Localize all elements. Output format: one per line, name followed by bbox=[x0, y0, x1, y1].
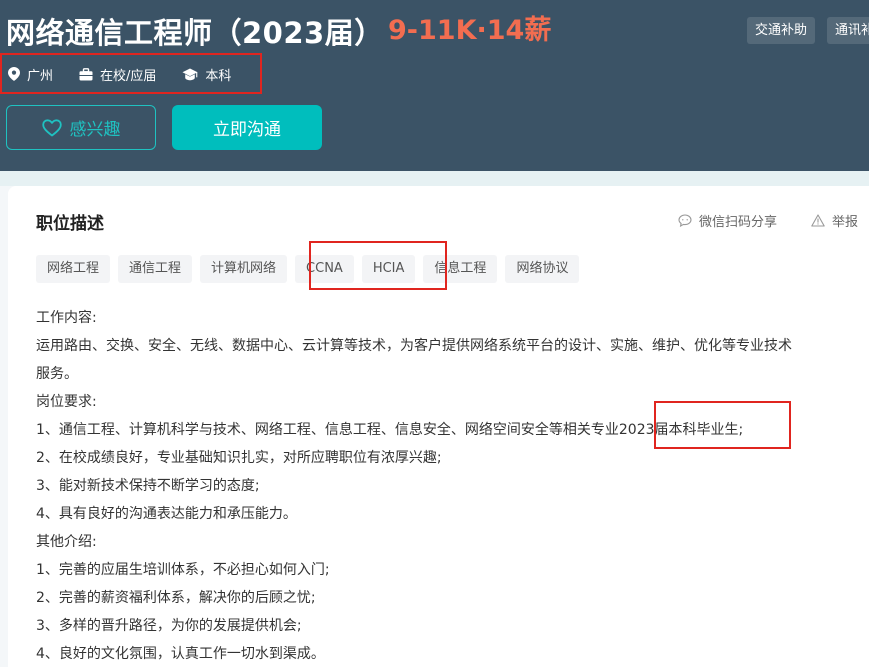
education-text: 本科 bbox=[205, 68, 232, 84]
chat-bubble-icon bbox=[678, 214, 692, 227]
briefcase-icon bbox=[79, 67, 93, 80]
job-title: 网络通信工程师（2023届） bbox=[6, 16, 384, 50]
meta-education: 本科 bbox=[182, 65, 231, 84]
description-line: 其他介绍: bbox=[36, 534, 97, 550]
skill-tag[interactable]: 通信工程 bbox=[118, 255, 193, 283]
description-line: 1、通信工程、计算机科学与技术、网络工程、信息工程、信息安全、网络空间安全等相关… bbox=[36, 422, 744, 438]
meta-experience: 在校/应届 bbox=[79, 65, 156, 84]
meta-location: 广州 bbox=[8, 65, 53, 84]
experience-text: 在校/应届 bbox=[100, 68, 157, 84]
graduation-cap-icon bbox=[182, 68, 198, 80]
description-line: 2、完善的薪资福利体系，解决你的后顾之忧; bbox=[36, 590, 316, 606]
skill-tag[interactable]: 网络工程 bbox=[36, 255, 111, 283]
skill-tag[interactable]: CCNA bbox=[295, 255, 354, 283]
description-line: 4、良好的文化氛围，认真工作一切水到渠成。 bbox=[36, 646, 325, 662]
description-line: 4、具有良好的沟通表达能力和承压能力。 bbox=[36, 506, 297, 522]
skill-tag[interactable]: 网络协议 bbox=[505, 255, 580, 283]
job-description: 工作内容: 运用路由、交换、安全、无线、数据中心、云计算等技术，为客户提供网络系… bbox=[36, 304, 866, 667]
benefit-tag: 通讯补 bbox=[827, 17, 869, 44]
description-line: 1、完善的应届生培训体系，不必担心如何入门; bbox=[36, 562, 330, 578]
skill-tag[interactable]: HCIA bbox=[361, 255, 416, 283]
description-line: 3、多样的晋升路径，为你的发展提供机会; bbox=[36, 618, 302, 634]
warning-icon bbox=[811, 214, 825, 227]
heart-icon bbox=[41, 118, 62, 136]
interested-label: 感兴趣 bbox=[69, 120, 121, 140]
salary: 9-11K·14薪 bbox=[388, 15, 552, 46]
description-line: 工作内容: bbox=[36, 310, 97, 326]
description-line: 2、在校成绩良好，专业基础知识扎实，对所应聘职位有浓厚兴趣; bbox=[36, 450, 442, 466]
benefit-tag: 交通补助 bbox=[747, 17, 816, 44]
description-line: 3、能对新技术保持不断学习的态度; bbox=[36, 478, 260, 494]
interested-button[interactable]: 感兴趣 bbox=[6, 105, 156, 150]
divider-strip bbox=[0, 171, 869, 186]
description-line: 岗位要求: bbox=[36, 394, 97, 410]
section-title: 职位描述 bbox=[36, 214, 104, 234]
skill-tag[interactable]: 计算机网络 bbox=[200, 255, 288, 283]
report-label: 举报 bbox=[832, 215, 859, 230]
job-meta: 广州 在校/应届 本科 bbox=[0, 54, 262, 94]
skill-tag[interactable]: 信息工程 bbox=[423, 255, 498, 283]
description-line: 运用路由、交换、安全、无线、数据中心、云计算等技术，为客户提供网络系统平台的设计… bbox=[36, 338, 792, 354]
location-pin-icon bbox=[8, 67, 20, 81]
location-text: 广州 bbox=[27, 68, 54, 84]
share-label: 微信扫码分享 bbox=[699, 215, 778, 230]
wechat-share-link[interactable]: 微信扫码分享 bbox=[678, 211, 777, 230]
description-line: 服务。 bbox=[36, 366, 78, 382]
report-link[interactable]: 举报 bbox=[811, 211, 858, 230]
skill-tags: 网络工程 通信工程 计算机网络 CCNA HCIA 信息工程 网络协议 bbox=[36, 255, 587, 283]
chat-now-button[interactable]: 立即沟通 bbox=[172, 105, 322, 150]
